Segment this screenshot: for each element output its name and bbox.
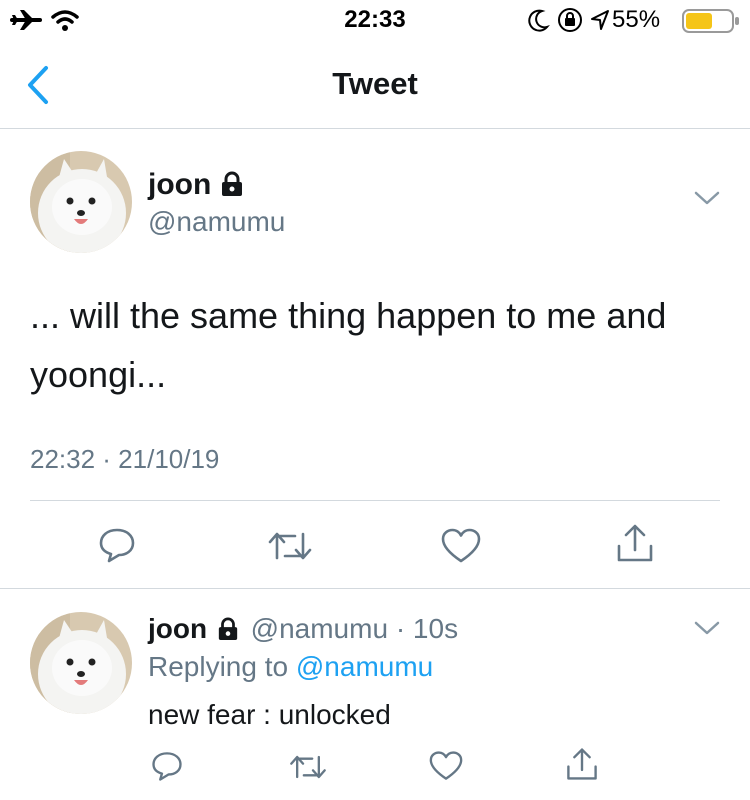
replying-to-label: Replying to xyxy=(148,651,289,682)
reply-reply-button[interactable] xyxy=(150,750,184,782)
lock-icon xyxy=(217,617,239,641)
replying-to-handle[interactable]: @namumu xyxy=(296,651,433,682)
like-button[interactable] xyxy=(440,527,482,565)
reply-avatar[interactable] xyxy=(30,612,132,714)
reply-share-button[interactable] xyxy=(565,746,599,782)
share-button[interactable] xyxy=(615,522,655,564)
reply-retweet-button[interactable] xyxy=(288,752,328,782)
reply-icon xyxy=(99,528,135,563)
chevron-down-icon xyxy=(694,191,720,205)
replying-to: Replying to @namumu xyxy=(148,650,433,684)
reply-menu-button[interactable] xyxy=(694,620,720,636)
reply-text: new fear : unlocked xyxy=(148,699,391,730)
share-icon xyxy=(567,748,597,780)
page-title: Tweet xyxy=(332,66,418,101)
timestamp-divider xyxy=(30,500,720,501)
location-icon xyxy=(590,9,610,31)
tweet-text: ... will the same thing happen to me and… xyxy=(30,295,667,395)
reply-separator: · xyxy=(395,613,406,644)
author-name-label: joon xyxy=(148,168,212,201)
rotation-lock-icon xyxy=(556,6,584,34)
author-name[interactable]: joon xyxy=(148,168,211,202)
author-handle[interactable]: @namumu xyxy=(148,206,285,238)
reply-button[interactable] xyxy=(97,526,137,564)
nav-divider xyxy=(0,128,750,129)
battery-percent: 55% xyxy=(612,6,661,33)
reply-author-name[interactable]: joon xyxy=(148,613,207,644)
reply-author-handle[interactable]: @namumu xyxy=(251,613,388,644)
heart-icon xyxy=(429,751,463,780)
retweet-icon xyxy=(290,755,326,779)
lock-icon xyxy=(220,171,244,197)
heart-icon xyxy=(441,528,481,563)
reply-age: 10s xyxy=(412,613,459,644)
battery-icon xyxy=(682,8,740,34)
moon-icon xyxy=(528,8,550,32)
tweet-timestamp: 22:32 · 21/10/19 xyxy=(30,444,220,474)
status-bar: 22:33 55% xyxy=(0,0,750,40)
share-icon xyxy=(617,524,653,562)
avatar[interactable] xyxy=(30,151,132,253)
chevron-down-icon xyxy=(694,621,720,635)
tweet-menu-button[interactable] xyxy=(694,190,720,206)
retweet-button[interactable] xyxy=(267,528,313,564)
reply-like-button[interactable] xyxy=(428,750,464,782)
reply-icon xyxy=(152,752,182,781)
retweet-icon xyxy=(268,532,312,560)
reply-header: joon @namumu · 10s xyxy=(148,612,458,646)
actions-divider xyxy=(0,588,750,589)
